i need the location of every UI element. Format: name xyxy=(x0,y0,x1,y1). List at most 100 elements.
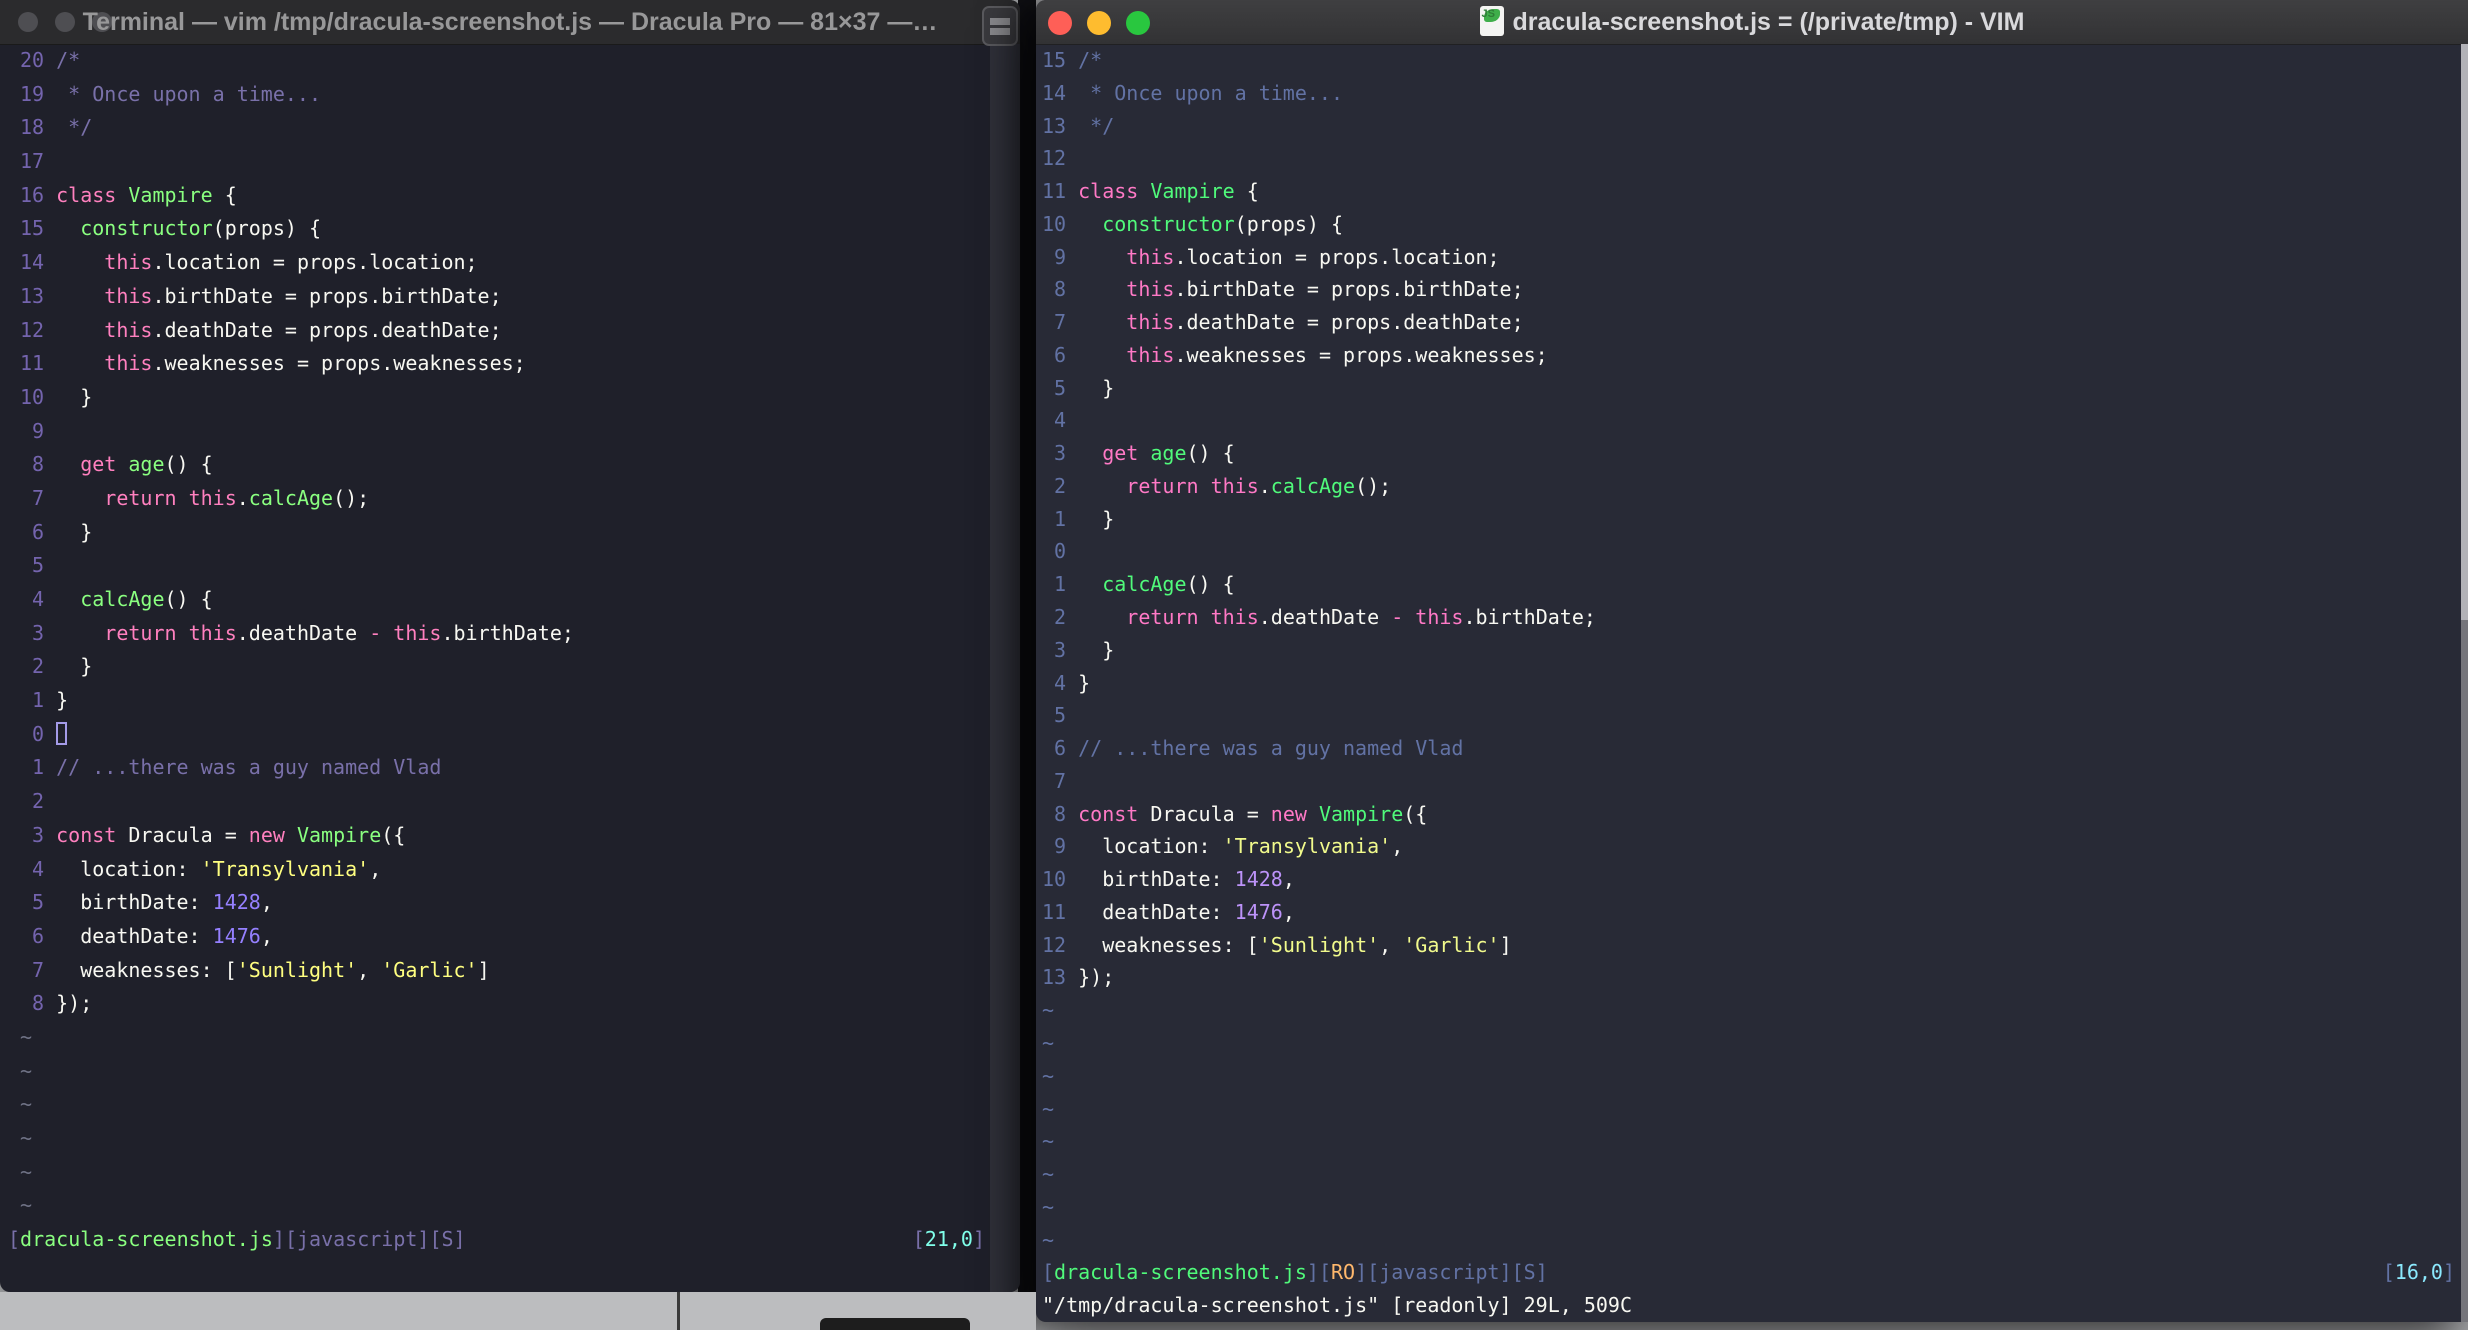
line-number: 2 xyxy=(1042,473,1067,498)
line-number: 3 xyxy=(20,822,45,847)
line-number: 4 xyxy=(1042,670,1067,695)
line-number: 11 xyxy=(1042,179,1067,204)
macvim-scrollbar[interactable] xyxy=(2461,44,2468,1322)
vim-cursor xyxy=(56,721,68,745)
line-number: 13 xyxy=(1042,113,1067,138)
macvim-window: JS dracula-screenshot.js = (/private/tmp… xyxy=(1036,0,2468,1322)
terminal-scrollbar[interactable] xyxy=(990,44,1020,1292)
line-number: 2 xyxy=(20,789,45,814)
code-line: 11 this.weaknesses = props.weaknesses; xyxy=(0,347,1020,381)
line-number: 17 xyxy=(20,149,45,174)
line-number: 0 xyxy=(1042,539,1067,564)
vim-tilde-line: ~ xyxy=(20,1092,33,1117)
vim-commandline xyxy=(0,1257,1020,1291)
code-line: 2 xyxy=(0,785,1020,819)
line-number: 13 xyxy=(20,283,45,308)
line-number: 12 xyxy=(20,317,45,342)
scrollbar-thumb[interactable] xyxy=(2461,44,2468,620)
line-number: 15 xyxy=(1042,48,1067,72)
desktop: Terminal — vim /tmp/dracula-screenshot.j… xyxy=(0,0,2468,1330)
vim-tilde-line: ~ xyxy=(20,1024,33,1049)
line-number: 7 xyxy=(1042,310,1067,335)
line-number: 3 xyxy=(20,620,45,645)
line-number: 6 xyxy=(1042,342,1067,367)
line-number: 0 xyxy=(20,721,45,746)
code-line: 12 weaknesses: ['Sunlight', 'Garlic'] xyxy=(1036,929,2468,962)
line-number: 14 xyxy=(20,250,45,275)
vim-tilde-line: ~ xyxy=(1042,1227,1055,1252)
line-number: 1 xyxy=(1042,572,1067,597)
line-number: 5 xyxy=(1042,703,1067,728)
background-window-strip xyxy=(0,1292,1036,1330)
vim-buffer-right[interactable]: 15/* 14 * Once upon a time... 13 */12 11 cla… xyxy=(1036,44,2468,1322)
code-line: 18 */ xyxy=(0,111,1020,145)
terminal-titlebar[interactable]: Terminal — vim /tmp/dracula-screenshot.j… xyxy=(0,0,1020,45)
vim-tilde-line: ~ xyxy=(1042,1096,1055,1121)
vim-tilde-line: ~ xyxy=(20,1058,33,1083)
code-line: 1// ...there was a guy named Vlad xyxy=(0,751,1020,785)
line-number: 4 xyxy=(20,587,45,611)
macvim-titlebar[interactable]: JS dracula-screenshot.js = (/private/tmp… xyxy=(1036,0,2468,45)
code-line: 5 xyxy=(1036,699,2468,732)
line-number: 9 xyxy=(1042,244,1067,269)
line-number: 9 xyxy=(1042,834,1067,859)
code-line: 6 deathDate: 1476, xyxy=(0,920,1020,954)
code-line: 15/* xyxy=(1036,44,2468,77)
code-line: 10 birthDate: 1428, xyxy=(1036,863,2468,896)
code-line: 16 class Vampire { xyxy=(0,179,1020,213)
line-number: 2 xyxy=(1042,605,1067,630)
code-line: 14 * Once upon a time... xyxy=(1036,77,2468,110)
code-line: 9 location: 'Transylvania', xyxy=(1036,830,2468,863)
code-line: 0 xyxy=(0,718,1020,752)
code-line: 7 weaknesses: ['Sunlight', 'Garlic'] xyxy=(0,954,1020,988)
code-line: 10 constructor(props) { xyxy=(1036,208,2468,241)
vim-statusline: [dracula-screenshot.js][RO][javascript][… xyxy=(1036,1256,2468,1289)
code-line: 7 xyxy=(1036,765,2468,798)
code-line: 5 } xyxy=(1036,372,2468,405)
code-line: 8 get age() { xyxy=(0,448,1020,482)
code-line: 13 */ xyxy=(1036,110,2468,143)
line-number: 4 xyxy=(1042,408,1067,433)
split-pane-button[interactable] xyxy=(982,6,1018,46)
line-number: 6 xyxy=(1042,736,1067,761)
line-number: 5 xyxy=(1042,375,1067,400)
line-number: 1 xyxy=(20,688,45,713)
code-line: 6 } xyxy=(0,516,1020,550)
line-number: 13 xyxy=(1042,965,1067,990)
line-number: 5 xyxy=(20,890,45,915)
code-line: 8}); xyxy=(0,987,1020,1021)
code-line: 6// ...there was a guy named Vlad xyxy=(1036,732,2468,765)
code-line: 9 xyxy=(0,415,1020,449)
line-number: 7 xyxy=(20,957,45,982)
code-line: 7 this.deathDate = props.deathDate; xyxy=(1036,306,2468,339)
line-number: 10 xyxy=(20,384,45,409)
vim-commandline: "/tmp/dracula-screenshot.js" [readonly] … xyxy=(1042,1293,1633,1318)
line-number: 8 xyxy=(20,452,45,477)
code-line: 13}); xyxy=(1036,961,2468,994)
code-line: 3 } xyxy=(1036,634,2468,667)
line-number: 1 xyxy=(20,755,45,780)
terminal-window: Terminal — vim /tmp/dracula-screenshot.j… xyxy=(0,0,1020,1292)
code-line: 12 xyxy=(1036,142,2468,175)
code-line: 12 this.deathDate = props.deathDate; xyxy=(0,314,1020,348)
code-line: 8 const Dracula = new Vampire({ xyxy=(1036,798,2468,831)
line-number: 9 xyxy=(20,418,45,443)
vim-tilde-line: ~ xyxy=(20,1193,33,1218)
line-number: 10 xyxy=(1042,211,1067,236)
window-title: JS dracula-screenshot.js = (/private/tmp… xyxy=(1036,0,2468,44)
code-line: 13 this.birthDate = props.birthDate; xyxy=(0,280,1020,314)
vim-tilde-line: ~ xyxy=(1042,1194,1055,1219)
code-line: 9 this.location = props.location; xyxy=(1036,241,2468,274)
line-number: 12 xyxy=(1042,932,1067,957)
code-line: 4} xyxy=(1036,667,2468,700)
line-number: 20 xyxy=(20,48,45,72)
line-number: 18 xyxy=(20,115,45,140)
vim-buffer-left[interactable]: 20/* 19 * Once upon a time... 18 */17 16 cla… xyxy=(0,44,1020,1292)
code-line: 3 const Dracula = new Vampire({ xyxy=(0,819,1020,853)
code-line: 6 this.weaknesses = props.weaknesses; xyxy=(1036,339,2468,372)
code-line: 8 this.birthDate = props.birthDate; xyxy=(1036,273,2468,306)
line-number: 3 xyxy=(1042,441,1067,466)
vim-tilde-line: ~ xyxy=(1042,998,1055,1023)
code-line: 11 class Vampire { xyxy=(1036,175,2468,208)
code-line: 1 } xyxy=(1036,503,2468,536)
